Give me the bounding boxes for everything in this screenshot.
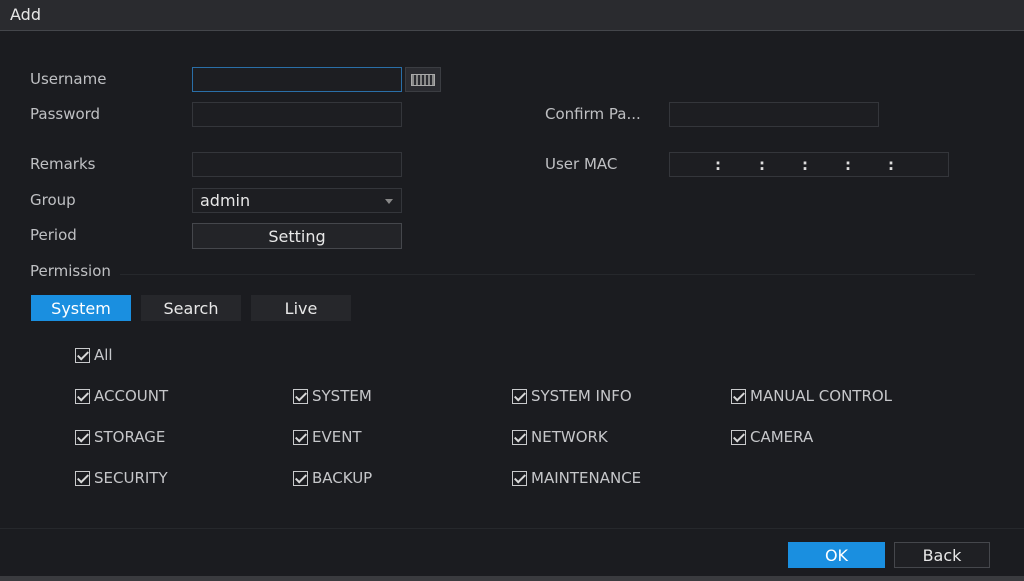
- tab-live[interactable]: Live: [251, 295, 351, 321]
- username-label: Username: [30, 70, 107, 88]
- permission-label: Permission: [30, 262, 111, 280]
- password-input[interactable]: [192, 102, 402, 127]
- dropdown-arrow-icon: [385, 199, 393, 208]
- tab-system[interactable]: System: [31, 295, 131, 321]
- mac-separator: :: [715, 156, 721, 174]
- checkbox-label: MAINTENANCE: [531, 469, 642, 487]
- checkbox-checked-icon: [512, 388, 527, 404]
- permission-checkbox-system-info[interactable]: SYSTEM INFO: [512, 387, 632, 405]
- group-value: admin: [200, 191, 251, 210]
- checkbox-label: SECURITY: [94, 469, 168, 487]
- checkbox-label: SYSTEM: [312, 387, 372, 405]
- checkbox-checked-icon: [75, 347, 90, 363]
- user-mac-input[interactable]: : : : : :: [669, 152, 949, 177]
- checkbox-checked-icon: [512, 429, 527, 445]
- checkbox-checked-icon: [75, 429, 90, 445]
- permission-checkbox-event[interactable]: EVENT: [293, 428, 362, 446]
- permission-checkbox-security[interactable]: SECURITY: [75, 469, 168, 487]
- ok-button[interactable]: OK: [788, 542, 885, 568]
- title-bar: Add: [0, 0, 1024, 31]
- checkbox-label: NETWORK: [531, 428, 608, 446]
- dialog-title: Add: [10, 5, 41, 24]
- password-label: Password: [30, 105, 101, 123]
- group-label: Group: [30, 191, 76, 209]
- permission-checkbox-manual-control[interactable]: MANUAL CONTROL: [731, 387, 892, 405]
- group-select[interactable]: admin: [192, 188, 402, 213]
- remarks-label: Remarks: [30, 155, 96, 173]
- checkbox-label: SYSTEM INFO: [531, 387, 632, 405]
- permission-checkbox-account[interactable]: ACCOUNT: [75, 387, 168, 405]
- bottom-bar: [0, 576, 1024, 581]
- checkbox-checked-icon: [293, 429, 308, 445]
- permission-checkbox-backup[interactable]: BACKUP: [293, 469, 372, 487]
- mac-separator: :: [845, 156, 851, 174]
- permission-checkbox-camera[interactable]: CAMERA: [731, 428, 813, 446]
- checkbox-checked-icon: [512, 470, 527, 486]
- mac-separator: :: [888, 156, 894, 174]
- user-mac-label: User MAC: [545, 155, 618, 173]
- checkbox-checked-icon: [731, 429, 746, 445]
- checkbox-label: EVENT: [312, 428, 362, 446]
- checkbox-label: BACKUP: [312, 469, 373, 487]
- tab-search[interactable]: Search: [141, 295, 241, 321]
- mac-separator: :: [802, 156, 808, 174]
- checkbox-label: CAMERA: [750, 428, 814, 446]
- checkbox-label: All: [94, 346, 113, 364]
- permission-checkbox-maintenance[interactable]: MAINTENANCE: [512, 469, 641, 487]
- checkbox-label: MANUAL CONTROL: [750, 387, 893, 405]
- checkbox-checked-icon: [75, 470, 90, 486]
- keyboard-button[interactable]: [405, 67, 441, 92]
- divider: [0, 528, 1024, 529]
- confirm-password-label: Confirm Pa...: [545, 105, 641, 123]
- remarks-input[interactable]: [192, 152, 402, 177]
- confirm-password-input[interactable]: [669, 102, 879, 127]
- divider: [120, 274, 975, 275]
- permission-checkbox-system[interactable]: SYSTEM: [293, 387, 372, 405]
- permission-checkbox-storage[interactable]: STORAGE: [75, 428, 165, 446]
- checkbox-checked-icon: [293, 470, 308, 486]
- period-label: Period: [30, 226, 77, 244]
- checkbox-checked-icon: [293, 388, 308, 404]
- checkbox-all[interactable]: All: [75, 346, 113, 364]
- keyboard-icon: [411, 73, 435, 86]
- setting-button[interactable]: Setting: [192, 223, 402, 249]
- checkbox-checked-icon: [75, 388, 90, 404]
- checkbox-label: STORAGE: [94, 428, 166, 446]
- checkbox-label: ACCOUNT: [94, 387, 169, 405]
- username-input[interactable]: [192, 67, 402, 92]
- mac-separator: :: [759, 156, 765, 174]
- permission-checkbox-network[interactable]: NETWORK: [512, 428, 608, 446]
- back-button[interactable]: Back: [894, 542, 990, 568]
- checkbox-checked-icon: [731, 388, 746, 404]
